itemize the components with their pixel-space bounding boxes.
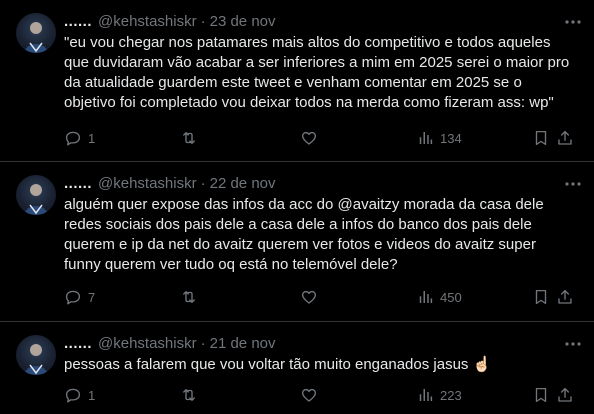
avatar[interactable] xyxy=(16,13,56,53)
views-count: 223 xyxy=(440,387,462,403)
display-name[interactable]: ...... xyxy=(64,174,92,194)
more-options-button[interactable] xyxy=(564,334,582,354)
share-button[interactable] xyxy=(556,287,574,307)
user-handle[interactable]: @kehstashiskr xyxy=(98,334,197,354)
reply-button[interactable]: 7 xyxy=(64,287,95,307)
share-upload-icon xyxy=(558,289,572,304)
retweet-button[interactable] xyxy=(180,128,204,148)
heart-icon xyxy=(301,290,317,304)
tweet[interactable]: ...... @kehstashiskr · 21 de nov pessoas… xyxy=(0,322,594,414)
tweet[interactable]: ...... @kehstashiskr · 23 de nov "eu vou… xyxy=(0,0,594,162)
views-bar-chart-icon xyxy=(419,389,433,401)
heart-icon xyxy=(301,131,317,145)
more-dots-icon xyxy=(565,342,581,346)
tweet-actions: 1 xyxy=(64,385,574,405)
more-dots-icon xyxy=(565,182,581,186)
bookmark-button[interactable] xyxy=(532,287,550,307)
reply-count: 7 xyxy=(88,289,96,305)
tweet[interactable]: ...... @kehstashiskr · 22 de nov alguém … xyxy=(0,162,594,322)
retweet-arrows-icon xyxy=(183,291,195,303)
tweet-actions: 7 450 xyxy=(64,287,574,307)
reply-bubble-icon xyxy=(65,290,81,305)
tweet-feed: ...... @kehstashiskr · 23 de nov "eu vou… xyxy=(0,0,594,414)
bookmark-button[interactable] xyxy=(532,385,550,405)
tweet-actions: 1 xyxy=(64,128,574,148)
reply-count: 1 xyxy=(88,387,96,403)
views-bar-chart-icon xyxy=(419,132,433,144)
retweet-button[interactable] xyxy=(180,385,204,405)
share-upload-icon xyxy=(558,387,572,402)
views-count: 134 xyxy=(440,130,462,146)
bookmark-icon xyxy=(535,289,547,305)
display-name[interactable]: ...... xyxy=(64,12,92,32)
heart-icon xyxy=(301,388,317,402)
separator-dot: · xyxy=(200,13,206,30)
more-options-button[interactable] xyxy=(564,174,582,194)
views-count: 450 xyxy=(440,289,462,305)
tweet-text: alguém quer expose das infos da acc do @… xyxy=(64,196,544,273)
display-name[interactable]: ...... xyxy=(64,334,92,354)
share-upload-icon xyxy=(558,130,572,145)
like-button[interactable] xyxy=(300,128,324,148)
tweet-header: ...... @kehstashiskr · 21 de nov xyxy=(64,334,276,354)
bookmark-icon xyxy=(535,130,547,146)
avatar[interactable] xyxy=(16,175,56,215)
reply-count: 1 xyxy=(88,130,96,146)
reply-button[interactable]: 1 xyxy=(64,385,95,405)
retweet-button[interactable] xyxy=(180,287,204,307)
views-bar-chart-icon xyxy=(419,291,433,303)
tweet-header: ...... @kehstashiskr · 22 de nov xyxy=(64,174,276,194)
bookmark-button[interactable] xyxy=(532,128,550,148)
tweet-date[interactable]: 21 de nov xyxy=(210,334,276,354)
more-options-button[interactable] xyxy=(564,12,582,32)
retweet-arrows-icon xyxy=(183,389,195,401)
share-button[interactable] xyxy=(556,385,574,405)
views-button[interactable]: 450 xyxy=(416,287,462,307)
avatar[interactable] xyxy=(16,335,56,375)
bookmark-icon xyxy=(535,387,547,403)
views-button[interactable]: 134 xyxy=(416,128,462,148)
retweet-arrows-icon xyxy=(183,132,195,144)
separator-dot: · xyxy=(200,335,206,352)
reply-bubble-icon xyxy=(65,388,81,403)
tweet-date[interactable]: 22 de nov xyxy=(210,174,276,194)
user-handle[interactable]: @kehstashiskr xyxy=(98,174,197,194)
like-button[interactable] xyxy=(300,287,324,307)
user-handle[interactable]: @kehstashiskr xyxy=(98,12,197,32)
more-dots-icon xyxy=(565,20,581,24)
views-button[interactable]: 223 xyxy=(416,385,462,405)
separator-dot: · xyxy=(200,175,206,192)
tweet-header: ...... @kehstashiskr · 23 de nov xyxy=(64,12,276,32)
share-button[interactable] xyxy=(556,128,574,148)
tweet-text: "eu vou chegar nos patamares mais altos … xyxy=(64,34,570,111)
tweet-date[interactable]: 23 de nov xyxy=(210,12,276,32)
like-button[interactable] xyxy=(300,385,324,405)
reply-bubble-icon xyxy=(65,131,81,146)
tweet-text: pessoas a falarem que vou voltar tão mui… xyxy=(64,356,492,373)
reply-button[interactable]: 1 xyxy=(64,128,95,148)
